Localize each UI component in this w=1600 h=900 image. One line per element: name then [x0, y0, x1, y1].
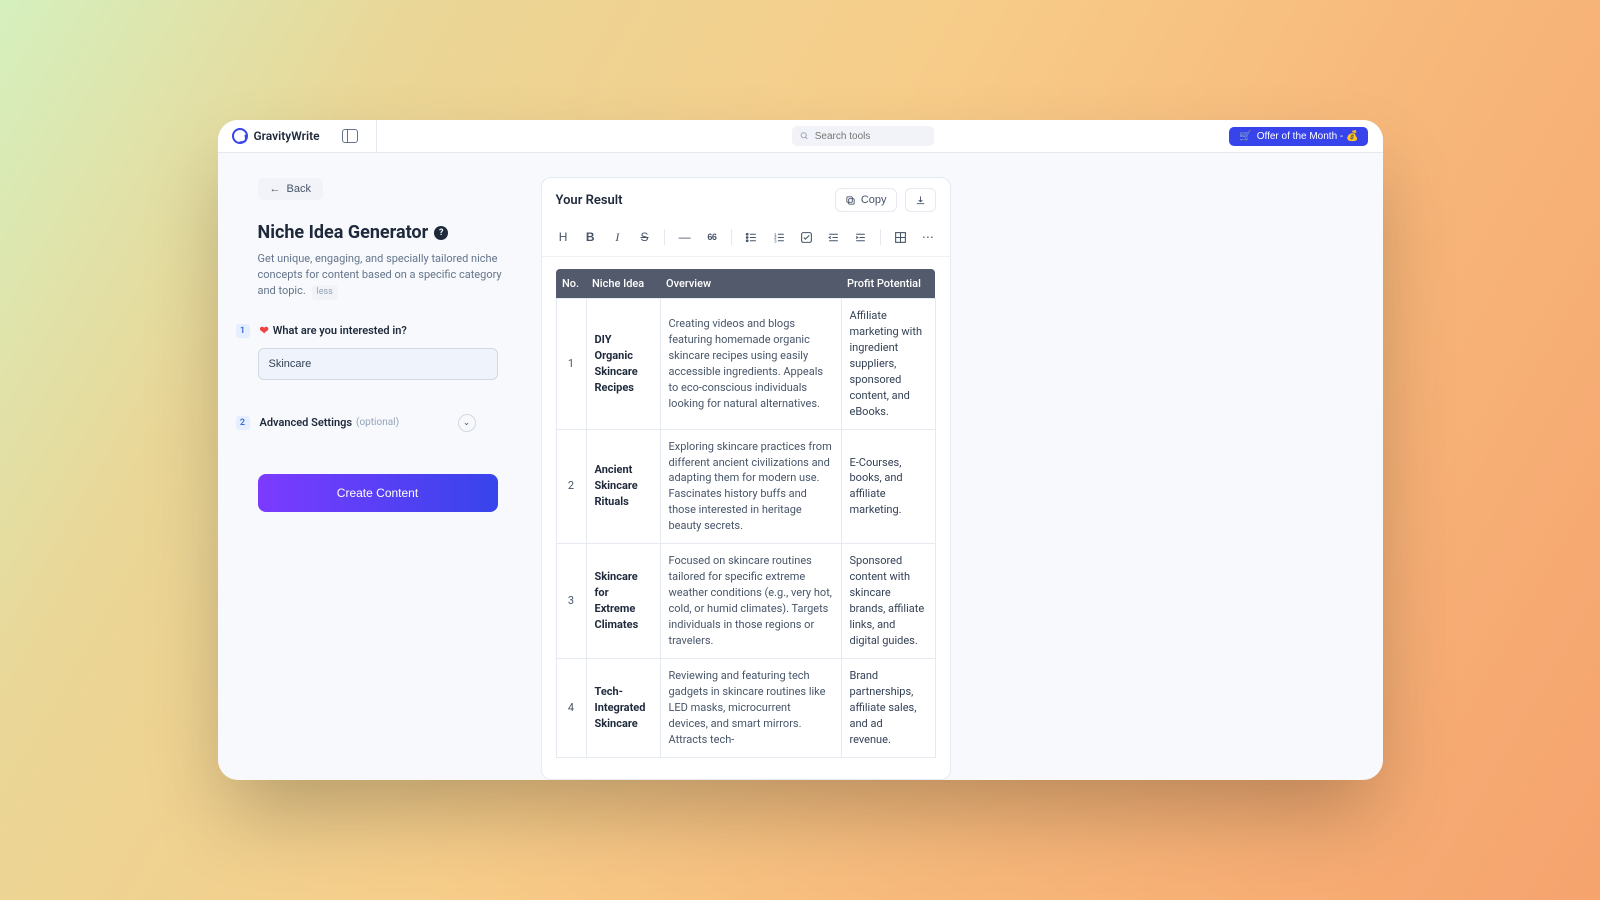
- table-row[interactable]: 2Ancient Skincare RitualsExploring skinc…: [556, 429, 935, 544]
- cell-idea: DIY Organic Skincare Recipes: [586, 299, 660, 430]
- cell-no: 2: [556, 429, 586, 544]
- bullet-list-button[interactable]: [740, 226, 763, 248]
- step-1-text: What are you interested in?: [273, 324, 407, 337]
- result-header: Your Result Copy: [542, 178, 950, 222]
- cell-profit: E-Courses, books, and affiliate marketin…: [841, 429, 935, 544]
- heart-icon: ❤: [260, 324, 269, 337]
- step-2-label: Advanced Settings (optional): [260, 416, 400, 429]
- brand-text: GravityWrite: [254, 129, 320, 143]
- form-panel: ← Back Niche Idea Generator ? Get unique…: [258, 177, 513, 780]
- heading-button[interactable]: H: [552, 226, 575, 248]
- cart-icon: 🛒: [1239, 131, 1251, 142]
- cell-idea: Skincare for Extreme Climates: [586, 544, 660, 659]
- page-title-text: Niche Idea Generator: [258, 222, 429, 243]
- hr-button[interactable]: —: [673, 226, 696, 248]
- help-icon[interactable]: ?: [434, 226, 448, 240]
- app-window: GravityWrite 🛒 Offer of the Month - 💰 ← …: [218, 120, 1383, 780]
- main-body: ← Back Niche Idea Generator ? Get unique…: [218, 153, 1383, 780]
- table-button[interactable]: [889, 226, 912, 248]
- copy-button[interactable]: Copy: [835, 188, 897, 212]
- italic-button[interactable]: I: [606, 226, 629, 248]
- th-idea: Niche Idea: [586, 269, 660, 299]
- copy-icon: [845, 195, 856, 206]
- divider: [376, 120, 377, 153]
- page-desc-text: Get unique, engaging, and specially tail…: [258, 252, 502, 297]
- back-label: Back: [287, 183, 311, 195]
- search-input[interactable]: [815, 131, 926, 142]
- offer-button[interactable]: 🛒 Offer of the Month - 💰: [1229, 127, 1368, 146]
- cell-overview: Reviewing and featuring tech gadgets in …: [660, 658, 841, 757]
- cell-overview: Focused on skincare routines tailored fo…: [660, 544, 841, 659]
- chevron-down-icon[interactable]: ⌄: [458, 414, 476, 432]
- editor-toolbar: H B I S — 66 123 ⋯: [542, 222, 950, 257]
- search-icon: [800, 131, 809, 141]
- toolbar-divider: [731, 229, 732, 245]
- th-no: No.: [556, 269, 586, 299]
- step-2-text: Advanced Settings: [260, 416, 353, 429]
- checklist-button[interactable]: [795, 226, 818, 248]
- numbered-list-button[interactable]: 123: [768, 226, 791, 248]
- th-overview: Overview: [660, 269, 841, 299]
- table-row[interactable]: 1DIY Organic Skincare RecipesCreating vi…: [556, 299, 935, 430]
- download-button[interactable]: [905, 188, 936, 212]
- table-row[interactable]: 4Tech-Integrated SkincareReviewing and f…: [556, 658, 935, 757]
- brand-logo[interactable]: GravityWrite: [232, 128, 320, 144]
- svg-text:3: 3: [774, 238, 777, 243]
- cell-no: 4: [556, 658, 586, 757]
- table-row[interactable]: 3Skincare for Extreme ClimatesFocused on…: [556, 544, 935, 659]
- logo-icon: [232, 128, 248, 144]
- page-title: Niche Idea Generator ?: [258, 222, 513, 243]
- offer-label: Offer of the Month - 💰: [1257, 131, 1359, 142]
- download-icon: [915, 195, 926, 206]
- optional-text: (optional): [356, 417, 399, 428]
- interest-input[interactable]: [258, 348, 498, 380]
- search-input-wrap[interactable]: [792, 126, 934, 146]
- cell-no: 3: [556, 544, 586, 659]
- cell-overview: Creating videos and blogs featuring home…: [660, 299, 841, 430]
- arrow-left-icon: ←: [270, 183, 281, 195]
- strike-button[interactable]: S: [633, 226, 656, 248]
- result-title: Your Result: [556, 193, 623, 208]
- cell-profit: Affiliate marketing with ingredient supp…: [841, 299, 935, 430]
- cell-no: 1: [556, 299, 586, 430]
- result-panel: Your Result Copy H B I S — 6: [541, 177, 951, 780]
- form-column: ← Back Niche Idea Generator ? Get unique…: [218, 177, 513, 780]
- bold-button[interactable]: B: [579, 226, 602, 248]
- layout-toggle-icon[interactable]: [342, 129, 358, 143]
- outdent-button[interactable]: [822, 226, 845, 248]
- table-header-row: No. Niche Idea Overview Profit Potential: [556, 269, 935, 299]
- quote-button[interactable]: 66: [700, 226, 723, 248]
- result-table-wrap[interactable]: No. Niche Idea Overview Profit Potential…: [542, 257, 950, 779]
- result-actions: Copy: [835, 188, 936, 212]
- copy-label: Copy: [861, 194, 887, 206]
- step-1-row: 1 ❤ What are you interested in?: [236, 324, 513, 338]
- indent-button[interactable]: [849, 226, 872, 248]
- back-button[interactable]: ← Back: [258, 178, 323, 200]
- toolbar-divider: [880, 229, 881, 245]
- cell-overview: Exploring skincare practices from differ…: [660, 429, 841, 544]
- th-profit: Profit Potential: [841, 269, 935, 299]
- more-button[interactable]: ⋯: [916, 226, 939, 248]
- cell-idea: Tech-Integrated Skincare: [586, 658, 660, 757]
- toolbar-divider: [664, 229, 665, 245]
- page-description: Get unique, engaging, and specially tail…: [258, 251, 513, 300]
- step-2-row[interactable]: 2 Advanced Settings (optional) ⌄: [236, 414, 476, 432]
- cell-idea: Ancient Skincare Rituals: [586, 429, 660, 544]
- create-content-button[interactable]: Create Content: [258, 474, 498, 512]
- cell-profit: Sponsored content with skincare brands, …: [841, 544, 935, 659]
- step-2-badge: 2: [236, 416, 250, 430]
- step-1-label: ❤ What are you interested in?: [260, 324, 407, 337]
- cell-profit: Brand partnerships, affiliate sales, and…: [841, 658, 935, 757]
- result-table: No. Niche Idea Overview Profit Potential…: [556, 269, 936, 758]
- less-toggle[interactable]: less: [312, 285, 338, 300]
- top-bar: GravityWrite 🛒 Offer of the Month - 💰: [218, 120, 1383, 153]
- step-1-badge: 1: [236, 324, 250, 338]
